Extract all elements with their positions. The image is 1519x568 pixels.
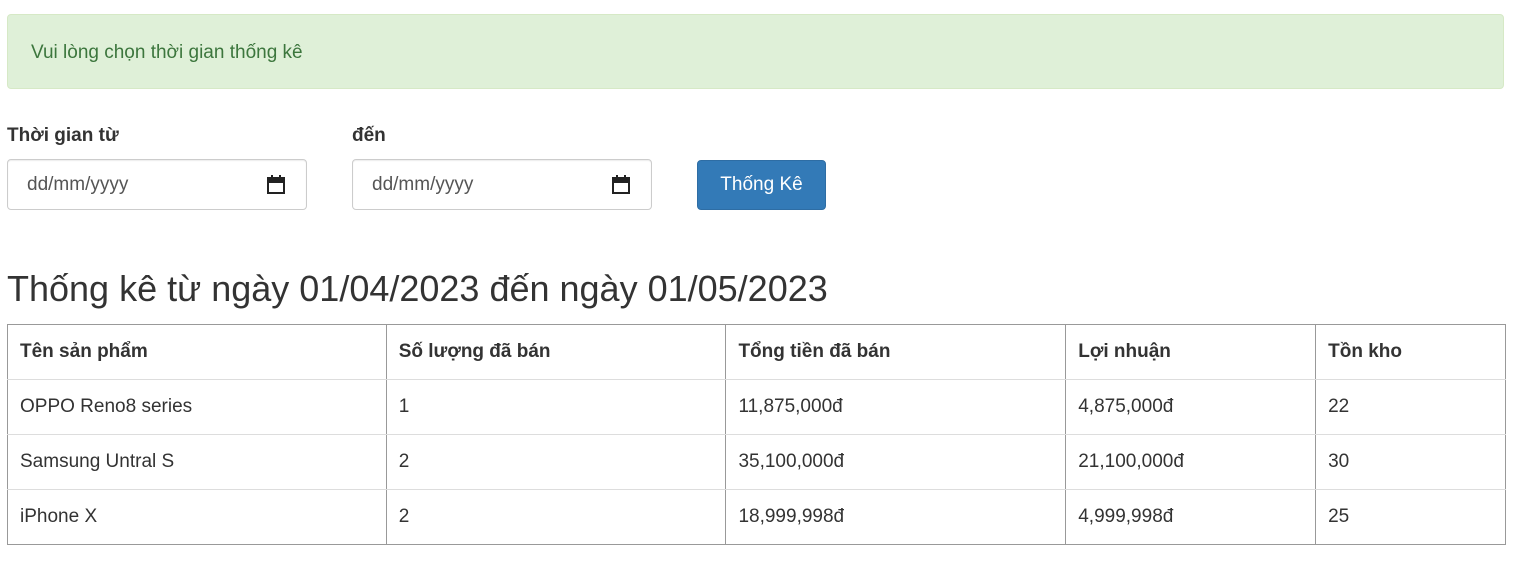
statistics-button[interactable]: Thống Kê <box>697 160 826 210</box>
date-from-placeholder: dd/mm/yyyy <box>27 174 129 195</box>
cell-product: iPhone X <box>7 489 387 545</box>
calendar-icon[interactable] <box>267 175 285 194</box>
date-to-placeholder: dd/mm/yyyy <box>372 174 474 195</box>
cell-profit: 21,100,000đ <box>1065 434 1317 490</box>
cell-quantity: 2 <box>385 434 727 490</box>
table-row: Samsung Untral S 2 35,100,000đ 21,100,00… <box>7 434 1506 490</box>
column-header-profit: Lợi nhuận <box>1065 324 1317 380</box>
cell-stock: 22 <box>1315 379 1506 435</box>
column-header-product: Tên sản phẩm <box>7 324 387 380</box>
cell-product: Samsung Untral S <box>7 434 387 490</box>
date-to-group: đến dd/mm/yyyy <box>352 124 652 210</box>
date-to-input[interactable]: dd/mm/yyyy <box>352 159 652 210</box>
table-row: iPhone X 2 18,999,998đ 4,999,998đ 25 <box>7 489 1506 545</box>
date-from-input[interactable]: dd/mm/yyyy <box>7 159 307 210</box>
column-header-quantity: Số lượng đã bán <box>385 324 727 380</box>
statistics-table: Tên sản phẩm Số lượng đã bán Tổng tiền đ… <box>7 324 1506 545</box>
info-alert: Vui lòng chọn thời gian thống kê <box>7 14 1504 89</box>
calendar-icon[interactable] <box>612 175 630 194</box>
date-to-label: đến <box>352 125 386 146</box>
cell-stock: 30 <box>1315 434 1506 490</box>
date-from-group: Thời gian từ dd/mm/yyyy <box>7 124 307 210</box>
column-header-stock: Tồn kho <box>1315 324 1506 380</box>
cell-quantity: 2 <box>385 489 727 545</box>
cell-revenue: 18,999,998đ <box>725 489 1067 545</box>
column-header-revenue: Tổng tiền đã bán <box>725 324 1067 380</box>
cell-quantity: 1 <box>385 379 727 435</box>
cell-profit: 4,999,998đ <box>1065 489 1317 545</box>
table-header-row: Tên sản phẩm Số lượng đã bán Tổng tiền đ… <box>7 324 1506 380</box>
table-row: OPPO Reno8 series 1 11,875,000đ 4,875,00… <box>7 379 1506 435</box>
cell-revenue: 35,100,000đ <box>725 434 1067 490</box>
alert-message: Vui lòng chọn thời gian thống kê <box>31 42 303 63</box>
cell-profit: 4,875,000đ <box>1065 379 1317 435</box>
report-title: Thống kê từ ngày 01/04/2023 đến ngày 01/… <box>7 268 828 309</box>
date-from-label: Thời gian từ <box>7 125 119 146</box>
cell-revenue: 11,875,000đ <box>725 379 1067 435</box>
cell-stock: 25 <box>1315 489 1506 545</box>
cell-product: OPPO Reno8 series <box>7 379 387 435</box>
statistics-page: Vui lòng chọn thời gian thống kê Thời gi… <box>0 0 1519 568</box>
